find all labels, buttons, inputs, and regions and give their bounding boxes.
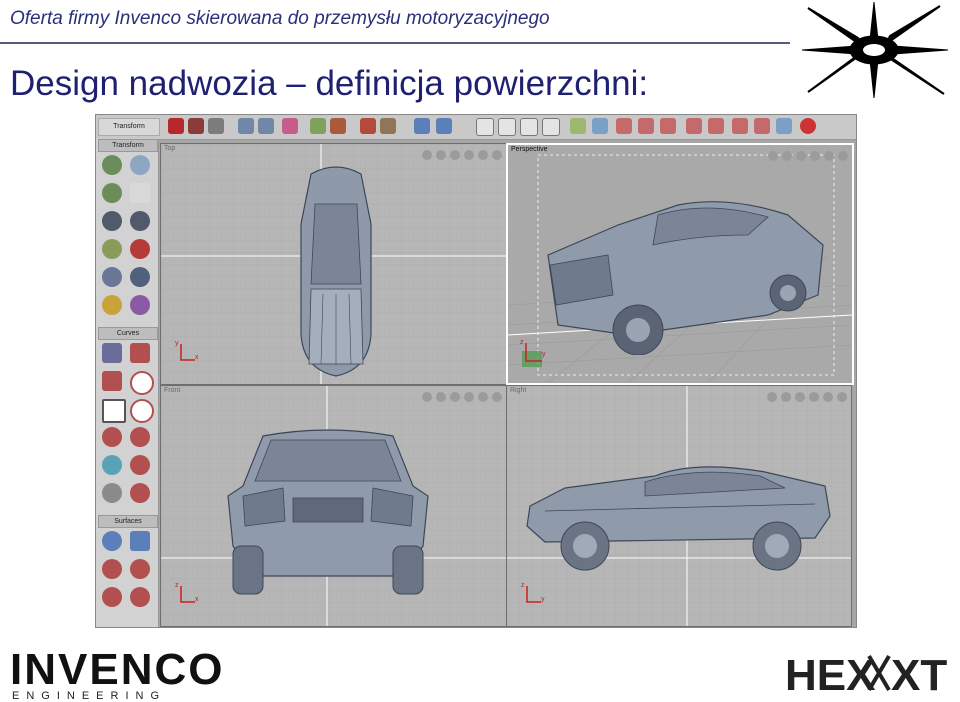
light-icon[interactable] [380,118,396,134]
extrude-icon[interactable] [102,559,122,579]
viewport-top-axis: y x [175,340,199,361]
revolve-icon[interactable] [102,531,122,551]
nodes-icon[interactable] [686,118,702,134]
skin-icon[interactable] [130,531,150,551]
blend-curve-icon[interactable] [130,455,150,475]
viewport-right-controls [763,389,847,402]
transform-tool-icon[interactable] [102,155,122,175]
magnet-icon[interactable] [310,118,326,134]
axes-icon[interactable] [436,118,452,134]
layout-3-icon[interactable] [520,118,538,136]
sketch-icon[interactable] [754,118,770,134]
viewport-front-label: Front [164,387,181,394]
curve-tool-icon[interactable] [570,118,586,134]
grid-snap-icon[interactable] [282,118,298,134]
zoom-in-icon[interactable] [238,118,254,134]
star-logo-icon [801,1,949,99]
rail-icon[interactable] [130,559,150,579]
car-top-view [300,166,372,377]
arc-icon[interactable] [102,371,122,391]
car-side-view [526,466,831,571]
viewport-perspective-label: Perspective [511,146,548,153]
intersect-icon[interactable] [102,483,122,503]
slide-title: Design nadwozia – definicja powierzchni: [10,64,649,103]
deform-icon[interactable] [130,239,150,259]
svg-text:HEX: HEX [785,651,875,696]
shade-icon[interactable] [188,118,204,134]
palette-section-curves[interactable]: Curves [98,327,158,340]
car-front-view [227,429,429,595]
surface-tool-icon[interactable] [592,118,608,134]
slide-subtitle: Oferta firmy Invenco skierowana do przem… [10,8,550,29]
toolbar-tab-transform[interactable]: Transform [98,118,160,136]
viewport-right[interactable]: Right z y [506,385,852,627]
warp-icon[interactable] [130,295,150,315]
weight-icon[interactable] [732,118,748,134]
viewport-top-label: Top [164,145,176,152]
circle-icon[interactable] [130,371,154,395]
offset-curve-icon[interactable] [130,427,150,447]
viewport-perspective-axis: z y [520,339,546,367]
viewport-perspective[interactable]: Perspective z y [506,143,854,385]
curve-section-icon[interactable] [102,455,122,475]
invenco-engineering-label: ENGINEERING [12,690,167,702]
square-surface-icon[interactable] [130,587,150,607]
settings-icon[interactable] [208,118,224,134]
viewport-right-label: Right [510,387,527,394]
layout-1-icon[interactable] [476,118,494,136]
zoom-out-icon[interactable] [258,118,274,134]
viewport-top-controls [418,147,502,160]
cad-screenshot: Transform Transform Curves Surfaces Top … [95,114,857,628]
cv-icon[interactable] [616,118,632,134]
viewport-front-controls [418,389,502,402]
hull-icon[interactable] [638,118,654,134]
viewport-top[interactable]: Top y x [160,143,507,385]
sphere-icon[interactable] [130,155,150,175]
svg-text:XT: XT [891,651,947,696]
scatter-icon[interactable] [102,267,122,287]
palette-section-transform[interactable]: Transform [98,139,158,152]
square-icon[interactable] [102,399,126,423]
group-icon[interactable] [102,211,122,231]
pivot-icon[interactable] [102,295,122,315]
lattice-icon[interactable] [102,239,122,259]
points-icon[interactable] [330,118,346,134]
tangent-icon[interactable] [708,118,724,134]
viewport-front-axis: z x [175,582,199,603]
header-divider [0,42,790,44]
properties-icon[interactable] [130,183,150,203]
cube-icon[interactable] [130,267,150,287]
material-icon[interactable] [360,118,376,134]
cv-curve-icon[interactable] [102,343,122,363]
spiral-icon[interactable] [130,399,154,423]
ungroup-icon[interactable] [130,211,150,231]
top-toolbar: Transform [96,115,856,140]
move-icon[interactable] [414,118,430,134]
viewport-right-axis: z y [521,582,545,603]
layout-4-icon[interactable] [542,118,560,136]
layout-2-icon[interactable] [498,118,516,136]
palette-section-surfaces[interactable]: Surfaces [98,515,158,528]
render-icon[interactable] [168,118,184,134]
boundary-icon[interactable] [102,587,122,607]
view-options-icon[interactable] [776,118,792,134]
edit-points-icon[interactable] [660,118,676,134]
tool-palette: Transform Curves Surfaces [96,139,159,627]
fillet-curve-icon[interactable] [102,427,122,447]
line-icon[interactable] [130,343,150,363]
car-perspective-view [547,201,824,355]
rotate-icon[interactable] [102,183,122,203]
viewport-front[interactable]: Front z x [160,385,507,627]
hexnext-logo: HEX XT [785,651,947,696]
svg-text:INVENCO: INVENCO [10,648,224,694]
stop-icon[interactable] [800,118,816,134]
project-icon[interactable] [130,483,150,503]
viewport-perspective-controls [764,148,848,161]
